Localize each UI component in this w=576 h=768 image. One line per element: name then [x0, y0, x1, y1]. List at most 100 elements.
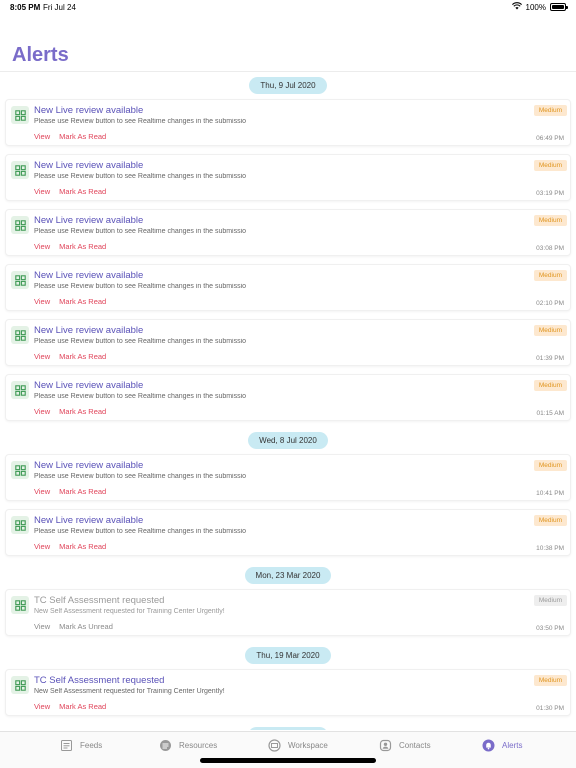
view-link[interactable]: View — [34, 542, 50, 551]
alert-description: Please use Review button to see Realtime… — [34, 338, 247, 345]
priority-badge: Medium — [533, 675, 567, 686]
view-link[interactable]: View — [34, 297, 50, 306]
alert-time: 03:08 PM — [536, 245, 564, 252]
tab-label: Feeds — [80, 741, 103, 750]
view-link[interactable]: View — [34, 242, 50, 251]
alert-title: New Live review available — [34, 105, 144, 116]
view-link[interactable]: View — [34, 407, 50, 416]
grid-icon — [11, 381, 29, 399]
tab-resources[interactable]: Resources — [159, 739, 217, 752]
alert-card[interactable]: TC Self Assessment requested New Self Ass… — [5, 669, 571, 716]
grid-icon — [11, 271, 29, 289]
alert-card[interactable]: New Live review available Please use Revi… — [5, 319, 571, 366]
alert-card[interactable]: New Live review available Please use Revi… — [5, 264, 571, 311]
alert-title: New Live review available — [34, 270, 144, 281]
alert-actions: View Mark As Read — [34, 542, 106, 551]
tab-contacts[interactable]: Contacts — [379, 739, 431, 752]
grid-icon — [11, 596, 29, 614]
priority-badge: Medium — [533, 380, 567, 391]
status-bar: 8:05 PM Fri Jul 24 100% — [0, 0, 576, 16]
alert-time: 03:50 PM — [536, 625, 564, 632]
resources-icon — [159, 739, 172, 752]
date-pill: Thu, 19 Mar 2020 — [245, 646, 331, 664]
tab-alerts[interactable]: Alerts — [482, 739, 522, 752]
alert-card[interactable]: New Live review available Please use Revi… — [5, 154, 571, 201]
status-right: 100% — [511, 2, 568, 12]
view-link[interactable]: View — [34, 702, 50, 711]
alert-title: New Live review available — [34, 215, 144, 226]
date-pill: Fri, 13 Mar 2020 — [247, 726, 329, 730]
alert-actions: View Mark As Read — [34, 297, 106, 306]
mark-read-link[interactable]: Mark As Read — [59, 352, 106, 361]
tab-label: Workspace — [288, 741, 328, 750]
priority-badge: Medium — [533, 270, 567, 281]
alert-card[interactable]: New Live review available Please use Revi… — [5, 509, 571, 556]
mark-read-link[interactable]: Mark As Read — [59, 487, 106, 496]
alert-time: 02:10 PM — [536, 300, 564, 307]
mark-read-link[interactable]: Mark As Read — [59, 297, 106, 306]
tab-label: Alerts — [502, 741, 523, 750]
alert-description: New Self Assessment requested for Traini… — [34, 688, 225, 695]
alert-actions: View Mark As Read — [34, 487, 106, 496]
mark-read-link[interactable]: Mark As Read — [59, 542, 106, 551]
grid-icon — [11, 216, 29, 234]
alert-time: 01:15 AM — [536, 410, 564, 417]
priority-badge: Medium — [533, 215, 567, 226]
mark-read-link[interactable]: Mark As Read — [59, 132, 106, 141]
mark-read-link[interactable]: Mark As Read — [59, 407, 106, 416]
alert-actions: View Mark As Unread — [34, 622, 113, 631]
alert-actions: View Mark As Read — [34, 352, 106, 361]
grid-icon — [11, 516, 29, 534]
priority-badge: Medium — [533, 595, 567, 606]
status-date: Fri Jul 24 — [43, 3, 76, 12]
mark-read-link[interactable]: Mark As Read — [59, 702, 106, 711]
date-header: Thu, 19 Mar 2020 — [0, 644, 576, 666]
alert-time: 10:41 PM — [536, 490, 564, 497]
alert-card[interactable]: TC Self Assessment requested New Self Ass… — [5, 589, 571, 636]
alert-description: Please use Review button to see Realtime… — [34, 528, 247, 535]
alert-description: Please use Review button to see Realtime… — [34, 473, 247, 480]
battery-icon — [550, 3, 568, 11]
alert-description: Please use Review button to see Realtime… — [34, 228, 247, 235]
alerts-list[interactable]: Thu, 9 Jul 2020 New Live review available… — [0, 72, 576, 730]
alert-card[interactable]: New Live review available Please use Revi… — [5, 374, 571, 421]
date-header: Thu, 9 Jul 2020 — [0, 74, 576, 96]
alert-actions: View Mark As Read — [34, 242, 106, 251]
date-pill: Mon, 23 Mar 2020 — [244, 566, 332, 584]
view-link[interactable]: View — [34, 487, 50, 496]
alert-title: New Live review available — [34, 160, 144, 171]
alert-title: New Live review available — [34, 515, 144, 526]
mark-read-link[interactable]: Mark As Read — [59, 242, 106, 251]
tab-label: Resources — [179, 741, 218, 750]
priority-badge: Medium — [533, 460, 567, 471]
mark-read-link[interactable]: Mark As Read — [59, 187, 106, 196]
grid-icon — [11, 326, 29, 344]
alert-time: 01:39 PM — [536, 355, 564, 362]
alert-time: 10:38 PM — [536, 545, 564, 552]
view-link[interactable]: View — [34, 187, 50, 196]
mark-read-link[interactable]: Mark As Unread — [59, 622, 113, 631]
wifi-icon — [511, 2, 522, 12]
tab-feeds[interactable]: Feeds — [60, 739, 102, 752]
priority-badge: Medium — [533, 105, 567, 116]
priority-badge: Medium — [533, 160, 567, 171]
alert-description: Please use Review button to see Realtime… — [34, 118, 247, 125]
alert-card[interactable]: New Live review available Please use Revi… — [5, 209, 571, 256]
alert-actions: View Mark As Read — [34, 132, 106, 141]
date-header: Fri, 13 Mar 2020 — [0, 724, 576, 730]
view-link[interactable]: View — [34, 132, 50, 141]
alert-title: New Live review available — [34, 325, 144, 336]
grid-icon — [11, 676, 29, 694]
alert-card[interactable]: New Live review available Please use Revi… — [5, 454, 571, 501]
view-link[interactable]: View — [34, 622, 50, 631]
view-link[interactable]: View — [34, 352, 50, 361]
date-header: Mon, 23 Mar 2020 — [0, 564, 576, 586]
priority-badge: Medium — [533, 515, 567, 526]
alert-card[interactable]: New Live review available Please use Revi… — [5, 99, 571, 146]
alert-description: New Self Assessment requested for Traini… — [34, 608, 225, 615]
date-pill: Thu, 9 Jul 2020 — [249, 76, 327, 94]
tab-workspace[interactable]: Workspace — [268, 739, 328, 752]
grid-icon — [11, 161, 29, 179]
battery-percent: 100% — [525, 2, 546, 12]
status-time: 8:05 PM — [10, 3, 41, 12]
